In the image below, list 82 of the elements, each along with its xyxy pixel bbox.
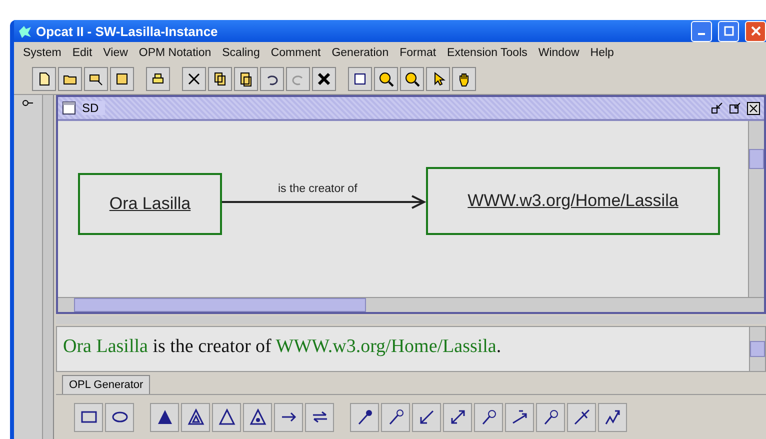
toolbar-button[interactable] [32, 67, 56, 91]
toolbar-button[interactable] [312, 67, 336, 91]
toolbar-button[interactable] [208, 67, 232, 91]
menu-item[interactable]: Generation [326, 47, 395, 59]
dotted-triangle-icon [248, 408, 266, 426]
tool-button[interactable] [443, 402, 472, 432]
toolbar-button[interactable] [234, 67, 258, 91]
tool-button[interactable] [305, 402, 334, 432]
tool-button[interactable] [567, 402, 596, 432]
copy-icon [212, 71, 228, 87]
filled-lollipop-icon [356, 408, 374, 426]
vertical-scrollbar[interactable] [748, 121, 764, 297]
horizontal-scrollbar[interactable] [58, 297, 764, 312]
object-box[interactable]: Ora Lasilla [78, 173, 222, 235]
tool-button[interactable] [105, 402, 134, 432]
menu-item[interactable]: Help [585, 47, 620, 59]
tool-button[interactable] [412, 402, 441, 432]
menu-item[interactable]: System [18, 47, 68, 59]
cut-icon [186, 71, 202, 87]
tool-button[interactable] [181, 402, 210, 432]
zoom-in-icon [378, 71, 394, 87]
window-icon [62, 101, 76, 115]
tool-button[interactable] [536, 402, 565, 432]
save-icon [114, 71, 130, 87]
menu-item[interactable]: Extension Tools [442, 47, 534, 59]
double-arrow-icon [448, 408, 466, 426]
zigzag-arrow-icon [604, 408, 622, 426]
delete-icon [316, 71, 332, 87]
toolbar-button[interactable] [374, 67, 398, 91]
triangle-icon [218, 408, 236, 426]
object-box[interactable]: WWW.w3.org/Home/Lassila [426, 167, 720, 235]
tool-button[interactable] [505, 402, 534, 432]
toolbar-button[interactable] [426, 67, 450, 91]
tool-button[interactable] [598, 402, 627, 432]
tool-button[interactable] [474, 402, 503, 432]
tab[interactable]: OPL Generator [62, 375, 150, 394]
tool-button[interactable] [150, 402, 179, 432]
toolbar-button[interactable] [84, 67, 108, 91]
diagonal-arrow-icon [418, 408, 436, 426]
fit-view-icon [352, 71, 368, 87]
filled-triangle-icon [156, 408, 174, 426]
opl-sentence: Ora Lasilla is the creator of WWW.w3.org/Home/Lassila. [62, 335, 502, 359]
tool-button[interactable] [243, 402, 272, 432]
toolbar-button[interactable] [58, 67, 82, 91]
maximize-icon [724, 26, 734, 36]
cross-line-icon [572, 408, 590, 426]
close-button[interactable] [745, 20, 766, 42]
toolbar-button[interactable] [182, 67, 206, 91]
window-title: Opcat II - SW-Lasilla-Instance [36, 24, 219, 38]
tool-button[interactable] [381, 402, 410, 432]
toolbar-button[interactable] [110, 67, 134, 91]
toolbar-button[interactable] [348, 67, 372, 91]
menu-item[interactable]: OPM Notation [134, 47, 218, 59]
toolbar-button[interactable] [400, 67, 424, 91]
link-label: is the creator of [278, 183, 358, 195]
paste-icon [238, 71, 254, 87]
menu-item[interactable]: Scaling [217, 47, 266, 59]
vertical-scrollbar[interactable] [749, 327, 765, 371]
maximize-button[interactable] [718, 20, 739, 42]
tool-button[interactable] [74, 402, 103, 432]
tool-button[interactable] [212, 402, 241, 432]
tool-button[interactable] [350, 402, 379, 432]
lollipop-icon [386, 408, 404, 426]
close-icon[interactable] [747, 102, 760, 114]
toolbar-button[interactable] [260, 67, 284, 91]
minimize-icon[interactable] [711, 102, 723, 114]
menu-item[interactable]: View [98, 47, 134, 59]
restore-icon[interactable] [729, 102, 741, 114]
menu-item[interactable]: Edit [67, 47, 98, 59]
zoom-out-icon [404, 71, 420, 87]
tool-button[interactable] [274, 402, 303, 432]
menu-item[interactable]: Format [394, 47, 442, 59]
menu-item[interactable]: Comment [266, 47, 327, 59]
menu-item[interactable]: Window [533, 47, 586, 59]
app-icon [18, 24, 32, 38]
key-icon [22, 99, 34, 107]
minimize-button[interactable] [691, 20, 712, 42]
frame-title: SD [82, 101, 105, 115]
toolbar-button[interactable] [146, 67, 170, 91]
toolbar-button[interactable] [452, 67, 476, 91]
close-icon [750, 26, 760, 36]
nested-triangle-icon [186, 408, 204, 426]
